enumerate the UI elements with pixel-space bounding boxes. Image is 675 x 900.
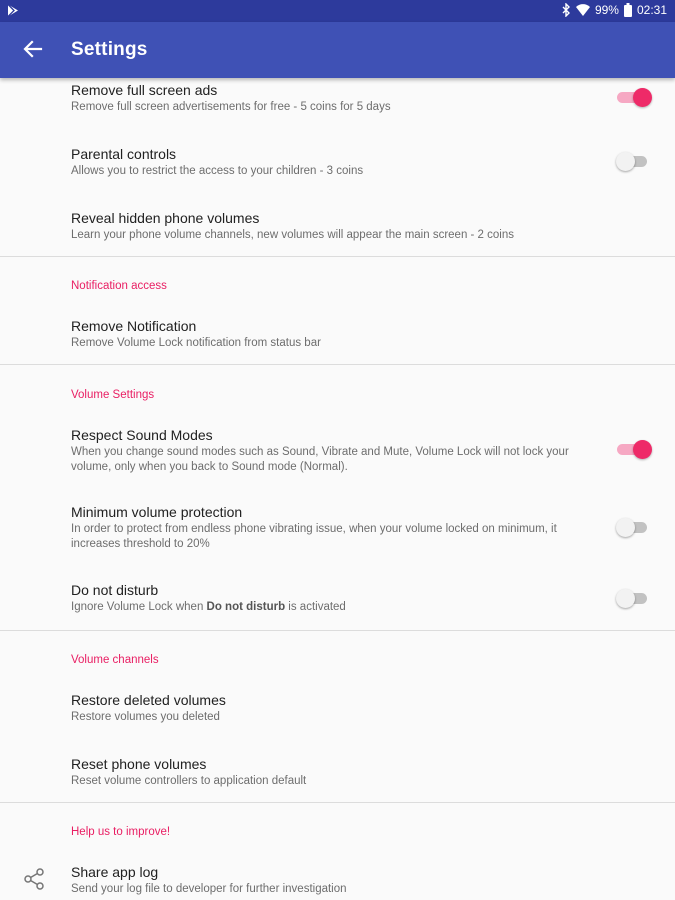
switch-thumb: [616, 518, 635, 537]
setting-subtitle-line2: increases threshold to 20%: [71, 538, 210, 550]
setting-title: Remove Notification: [71, 318, 197, 334]
subtitle-post: is activated: [285, 601, 346, 613]
setting-subtitle: In order to protect from endless phone v…: [71, 523, 557, 535]
wifi-icon: [575, 3, 590, 16]
app-bar: Settings: [0, 22, 675, 78]
setting-subtitle: Send your log file to developer for furt…: [71, 883, 347, 895]
switch-thumb: [633, 440, 652, 459]
setting-subtitle: Restore volumes you deleted: [71, 711, 220, 723]
section-header-help: Help us to improve!: [71, 826, 171, 838]
minimum-volume-switch[interactable]: [616, 517, 652, 537]
setting-title: Share app log: [71, 864, 159, 880]
setting-subtitle: Learn your phone volume channels, new vo…: [71, 229, 514, 241]
parental-controls-switch[interactable]: [616, 151, 652, 171]
arrow-back-icon[interactable]: [22, 38, 44, 60]
play-store-icon: [7, 4, 18, 17]
divider: [0, 630, 675, 631]
setting-title: Remove full screen ads: [71, 82, 218, 98]
setting-title: Do not disturb: [71, 582, 159, 598]
setting-title: Minimum volume protection: [71, 504, 243, 520]
remove-ads-switch[interactable]: [616, 87, 652, 107]
switch-thumb: [616, 589, 635, 608]
setting-title: Reset phone volumes: [71, 756, 207, 772]
setting-subtitle: Reset volume controllers to application …: [71, 775, 307, 787]
section-header-notification: Notification access: [71, 280, 167, 292]
setting-restore-deleted-volumes[interactable]: Restore deleted volumes Restore volumes …: [0, 685, 675, 737]
setting-share-app-log[interactable]: Share app log Send your log file to deve…: [0, 857, 675, 900]
battery-icon: [623, 3, 632, 17]
setting-reset-phone-volumes[interactable]: Reset phone volumes Reset volume control…: [0, 749, 675, 801]
setting-do-not-disturb[interactable]: Do not disturb Ignore Volume Lock when D…: [0, 574, 675, 626]
setting-reveal-volumes[interactable]: Reveal hidden phone volumes Learn your p…: [0, 202, 675, 256]
settings-list[interactable]: Remove full screen ads Remove full scree…: [0, 78, 675, 900]
setting-subtitle: Remove Volume Lock notification from sta…: [71, 337, 321, 349]
share-icon: [24, 868, 44, 890]
switch-thumb: [616, 152, 635, 171]
divider: [0, 802, 675, 803]
setting-subtitle-line2: volume, only when you back to Sound mode…: [71, 461, 348, 473]
status-bar: 99% 02:31: [0, 0, 675, 22]
setting-title: Respect Sound Modes: [71, 427, 213, 443]
clock: 02:31: [636, 3, 667, 17]
subtitle-pre: Ignore Volume Lock when: [71, 601, 207, 613]
divider: [0, 256, 675, 257]
setting-parental-controls[interactable]: Parental controls Allows you to restrict…: [0, 138, 675, 192]
setting-subtitle: Allows you to restrict the access to you…: [71, 165, 364, 177]
respect-sound-modes-switch[interactable]: [616, 439, 652, 459]
setting-title: Reveal hidden phone volumes: [71, 210, 260, 226]
setting-subtitle: Remove full screen advertisements for fr…: [71, 101, 391, 113]
setting-respect-sound-modes[interactable]: Respect Sound Modes When you change soun…: [0, 419, 675, 483]
divider: [0, 364, 675, 365]
setting-remove-ads[interactable]: Remove full screen ads Remove full scree…: [0, 78, 675, 128]
setting-minimum-volume-protection[interactable]: Minimum volume protection In order to pr…: [0, 496, 675, 560]
setting-title: Restore deleted volumes: [71, 692, 226, 708]
do-not-disturb-switch[interactable]: [616, 588, 652, 608]
battery-percent: 99%: [594, 3, 619, 17]
setting-title: Parental controls: [71, 146, 177, 162]
setting-subtitle: Ignore Volume Lock when Do not disturb i…: [71, 600, 601, 615]
section-header-volume-channels: Volume channels: [71, 654, 159, 666]
page-title: Settings: [71, 39, 148, 60]
subtitle-bold: Do not disturb: [206, 601, 286, 613]
setting-subtitle: When you change sound modes such as Soun…: [71, 446, 569, 458]
switch-thumb: [633, 88, 652, 107]
section-header-volume-settings: Volume Settings: [71, 389, 155, 401]
bluetooth-icon: [562, 3, 570, 17]
setting-remove-notification[interactable]: Remove Notification Remove Volume Lock n…: [0, 310, 675, 362]
